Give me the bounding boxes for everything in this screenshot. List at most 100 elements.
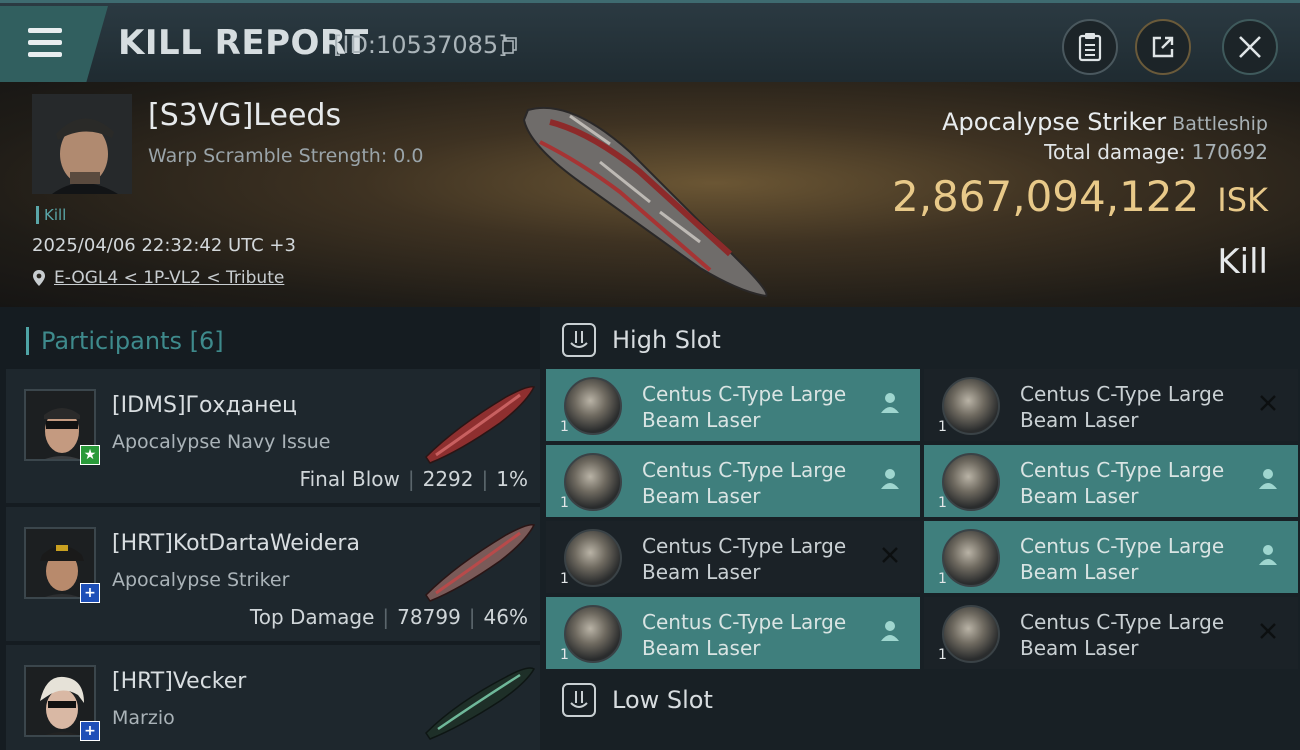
participant-row[interactable]: + [HRT]KotDartaWeidera Apocalypse Strike…: [6, 507, 540, 641]
participant-damage: 78799: [397, 605, 461, 629]
module-slot[interactable]: 1 Centus C-Type Large Beam Laser: [546, 597, 920, 669]
module-slot[interactable]: 1 Centus C-Type Large Beam Laser: [924, 521, 1298, 593]
plus-badge-icon: +: [80, 583, 100, 603]
module-quantity: 1: [560, 571, 569, 587]
x-icon: [1256, 619, 1280, 643]
isk-unit: ISK: [1217, 181, 1268, 219]
module-slot[interactable]: 1 Centus C-Type Large Beam Laser: [546, 521, 920, 593]
module-name: Centus C-Type Large Beam Laser: [1020, 610, 1225, 660]
high-slot-label: High Slot: [612, 326, 721, 354]
module-slot[interactable]: 1 Centus C-Type Large Beam Laser: [546, 445, 920, 517]
x-icon: [1256, 391, 1280, 415]
participant-name[interactable]: [IDMS]Гохданец: [112, 393, 297, 418]
top-damage-label: Top Damage: [249, 605, 375, 629]
beam-laser-icon: [942, 453, 1000, 511]
x-icon: [878, 543, 902, 567]
location-text[interactable]: E-OGL4 < 1P-VL2 < Tribute: [54, 268, 284, 288]
victim-ship: Apocalypse Striker Battleship: [942, 108, 1268, 136]
module-slot[interactable]: 1 Centus C-Type Large Beam Laser: [924, 445, 1298, 517]
module-slot[interactable]: 1 Centus C-Type Large Beam Laser: [924, 597, 1298, 669]
victim-name[interactable]: [S3VG]Leeds: [148, 98, 341, 133]
module-name: Centus C-Type Large Beam Laser: [1020, 458, 1225, 508]
module-quantity: 1: [938, 571, 947, 587]
participants-panel: Participants [6] ★ [IDMS]Гохданец Apocal…: [0, 307, 540, 750]
person-icon: [878, 619, 902, 643]
star-badge-icon: ★: [80, 445, 100, 465]
low-slot-header: Low Slot: [540, 669, 1300, 731]
close-button[interactable]: [1222, 19, 1278, 75]
participant-ship-image: [425, 667, 535, 740]
fitting-panel: High Slot 1 Centus C-Type Large Beam Lase…: [540, 307, 1300, 750]
participant-ship-image: [425, 523, 536, 602]
beam-laser-icon: [942, 377, 1000, 435]
menu-button[interactable]: [0, 6, 108, 82]
participant-damage: 2292: [422, 467, 474, 491]
module-name: Centus C-Type Large Beam Laser: [642, 534, 847, 584]
kill-location[interactable]: E-OGL4 < 1P-VL2 < Tribute: [32, 268, 284, 288]
person-icon: [1256, 467, 1280, 491]
participant-ship-image: [425, 385, 536, 464]
participant-ship: Apocalypse Striker: [112, 569, 290, 591]
person-icon: [878, 391, 902, 415]
kill-datetime: 2025/04/06 22:32:42 UTC +3: [32, 235, 296, 256]
module-slot[interactable]: 1 Centus C-Type Large Beam Laser: [546, 369, 920, 441]
isk-value: 2,867,094,122 ISK: [892, 172, 1268, 221]
person-icon: [878, 467, 902, 491]
module-name: Centus C-Type Large Beam Laser: [1020, 534, 1225, 584]
participant-percent: 46%: [483, 605, 528, 629]
beam-laser-icon: [564, 529, 622, 587]
beam-laser-icon: [564, 605, 622, 663]
ship-name[interactable]: Apocalypse Striker: [942, 108, 1166, 136]
participant-name[interactable]: [HRT]KotDartaWeidera: [112, 531, 360, 556]
low-slot-label: Low Slot: [612, 686, 713, 714]
final-blow-label: Final Blow: [299, 467, 400, 491]
participant-row[interactable]: ★ [IDMS]Гохданец Apocalypse Navy Issue F…: [6, 369, 540, 503]
page-title: KILL REPORT: [118, 23, 369, 63]
participant-stats: Top Damage | 78799 | 46%: [249, 605, 528, 629]
module-quantity: 1: [938, 495, 947, 511]
location-pin-icon: [33, 270, 45, 286]
module-quantity: 1: [938, 419, 947, 435]
beam-laser-icon: [942, 605, 1000, 663]
kill-tag: Kill: [36, 206, 66, 224]
participant-percent: 1%: [496, 467, 528, 491]
participant-ship: Apocalypse Navy Issue: [112, 431, 331, 453]
participant-name[interactable]: [HRT]Vecker: [112, 669, 246, 694]
share-icon: [1152, 36, 1174, 58]
module-name: Centus C-Type Large Beam Laser: [642, 610, 847, 660]
report-id: [ID:10537085]: [333, 31, 508, 59]
module-slot[interactable]: 1 Centus C-Type Large Beam Laser: [924, 369, 1298, 441]
module-quantity: 1: [560, 495, 569, 511]
module-quantity: 1: [560, 647, 569, 663]
clipboard-button[interactable]: [1062, 19, 1118, 75]
high-slot-header: High Slot: [540, 309, 1300, 371]
participants-heading: Participants [6]: [26, 327, 224, 355]
clipboard-icon: [1078, 33, 1102, 62]
module-name: Centus C-Type Large Beam Laser: [1020, 382, 1225, 432]
warp-scramble-strength: Warp Scramble Strength: 0.0: [148, 145, 424, 167]
module-name: Centus C-Type Large Beam Laser: [642, 382, 847, 432]
beam-laser-icon: [942, 529, 1000, 587]
beam-laser-icon: [564, 453, 622, 511]
beam-laser-icon: [564, 377, 622, 435]
kill-outcome: Kill: [1217, 242, 1268, 282]
ship-class: Battleship: [1172, 113, 1268, 135]
victim-avatar[interactable]: [32, 94, 132, 194]
person-icon: [1256, 543, 1280, 567]
copy-icon[interactable]: [502, 37, 518, 55]
module-quantity: 1: [560, 419, 569, 435]
share-button[interactable]: [1135, 19, 1191, 75]
close-icon: [1239, 36, 1261, 58]
participant-stats: Final Blow | 2292 | 1%: [299, 467, 528, 491]
slot-icon: [562, 323, 596, 357]
total-damage: Total damage: 170692: [1044, 140, 1268, 164]
kill-banner: [S3VG]Leeds Warp Scramble Strength: 0.0 …: [0, 82, 1300, 307]
module-name: Centus C-Type Large Beam Laser: [642, 458, 847, 508]
top-bar: KILL REPORT [ID:10537085]: [0, 0, 1300, 82]
slot-icon: [562, 683, 596, 717]
total-damage-value: 170692: [1191, 140, 1268, 164]
victim-ship-image: [522, 106, 768, 298]
participant-row[interactable]: + [HRT]Vecker Marzio: [6, 645, 540, 750]
module-quantity: 1: [938, 647, 947, 663]
isk-amount: 2,867,094,122: [891, 172, 1200, 221]
